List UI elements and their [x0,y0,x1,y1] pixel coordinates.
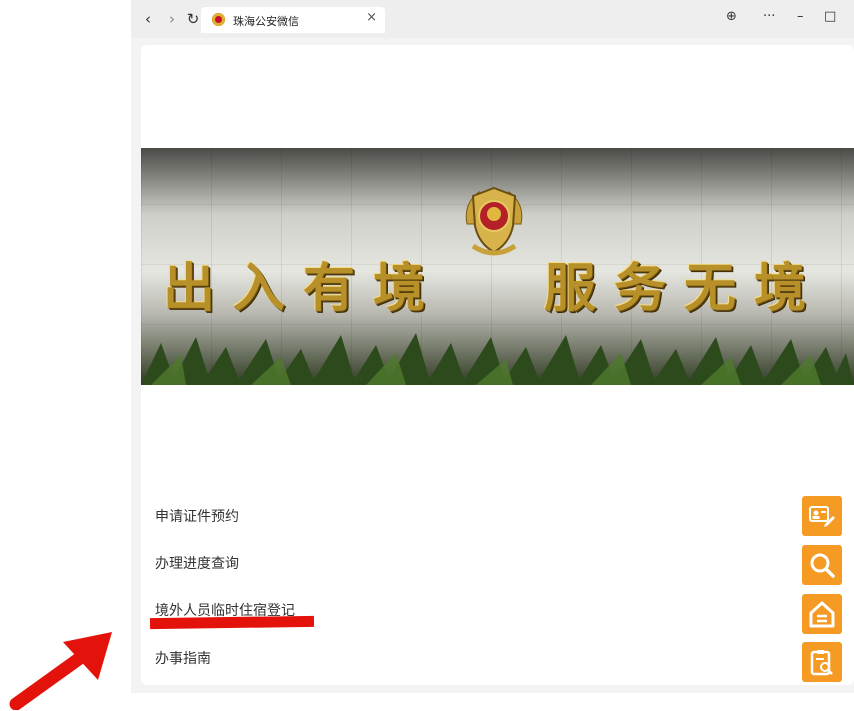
police-badge-icon [212,13,225,26]
tab-title: 珠海公安微信 [233,15,299,28]
minimize-button[interactable]: – [797,9,804,24]
page-content: 出入有境 服务无境 申请证件预约 办理进度查询 境外人员临时住宿登记 办事指南 [141,45,854,685]
banner-slogan-left: 出入有境 [163,258,444,319]
more-menu-button[interactable]: ··· [763,9,775,24]
maximize-button[interactable]: □ [824,9,836,24]
banner-slogan-right: 服务无境 [544,258,825,319]
menu-item-progress-query[interactable]: 办理进度查询 [155,553,239,573]
browser-tab[interactable]: 珠海公安微信 × [201,7,385,33]
browser-titlebar: ‹ › ↻ 珠海公安微信 × ⊕ ··· – □ [131,0,854,38]
menu-item-guide[interactable]: 办事指南 [155,648,211,668]
clipboard-search-button[interactable] [802,642,842,682]
clipboard-search-icon [810,650,833,676]
id-card-edit-button[interactable] [802,496,842,536]
menu-item-appointment[interactable]: 申请证件预约 [155,506,239,526]
back-button[interactable]: ‹ [137,8,159,30]
plants-decoration [141,333,854,385]
search-button[interactable] [802,545,842,585]
red-arrow-annotation [9,632,112,710]
banner-image: 出入有境 服务无境 [141,148,854,385]
browser-window: ‹ › ↻ 珠海公安微信 × ⊕ ··· – □ 出入有境 服务无境 申请证件预… [131,0,854,693]
highlight-underline [149,615,315,630]
home-icon [809,601,835,628]
tab-close-button[interactable]: × [366,10,377,25]
police-emblem-icon [465,186,523,256]
id-card-edit-icon [809,506,835,527]
home-button[interactable] [802,594,842,634]
search-icon [810,553,835,578]
globe-icon[interactable]: ⊕ [726,9,737,24]
forward-button[interactable]: › [161,8,183,30]
